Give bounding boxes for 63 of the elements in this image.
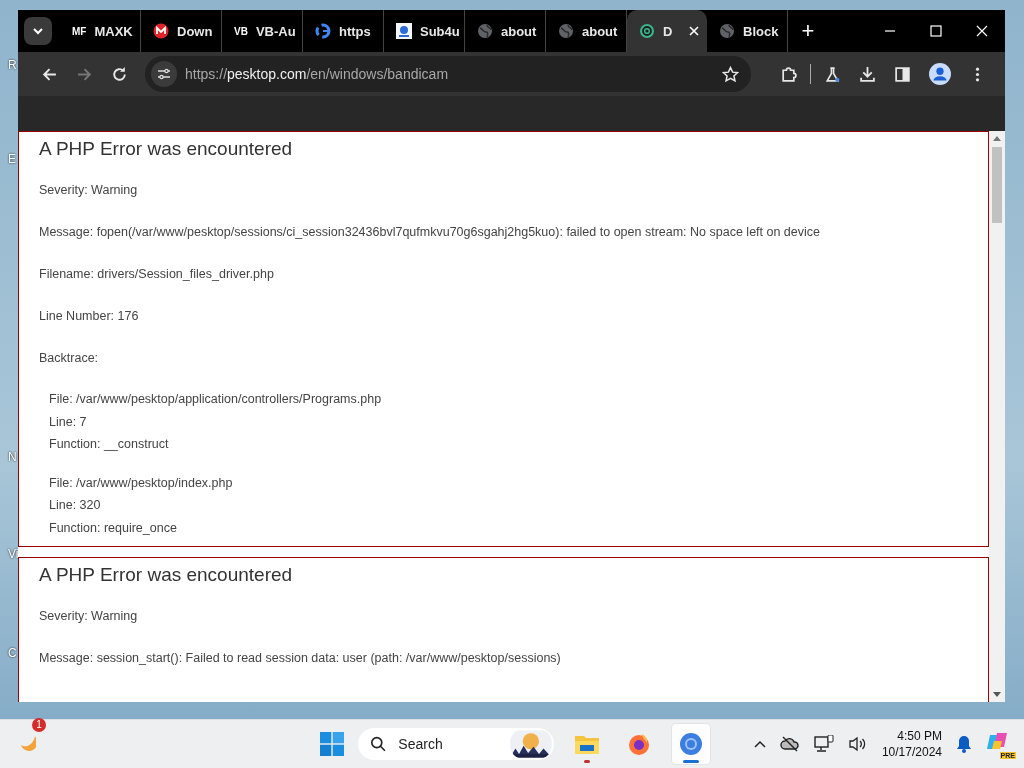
cloud-off-icon[interactable] xyxy=(779,736,800,752)
clock[interactable]: 4:50 PM 10/17/2024 xyxy=(881,728,942,760)
site-settings-icon[interactable] xyxy=(151,61,177,87)
globe-icon xyxy=(477,23,493,39)
error-detail: Message: session_start(): Failed to read session data: user (path: /var/www/pesktop/sessions) xyxy=(39,650,562,666)
chevron-down-icon xyxy=(32,27,44,35)
scroll-down-icon[interactable] xyxy=(993,692,1001,698)
new-tab-button[interactable]: + xyxy=(792,18,824,44)
backtrace-line: Line: 7 xyxy=(49,413,88,431)
reload-icon[interactable] xyxy=(111,65,128,83)
windows-start-icon[interactable] xyxy=(320,732,344,756)
globe-icon xyxy=(719,23,735,39)
close-tab-icon[interactable] xyxy=(689,26,699,36)
ring-logo-icon xyxy=(639,23,655,39)
bell-icon[interactable] xyxy=(956,735,972,753)
taskbar-app-button[interactable] xyxy=(672,724,710,764)
running-indicator xyxy=(683,760,699,763)
folder-icon xyxy=(575,734,599,754)
chrome-icon xyxy=(679,732,703,756)
error-heading: A PHP Error was encountered xyxy=(39,564,294,586)
site-logo-icon xyxy=(396,23,412,39)
error-detail: Message: fopen(/var/www/pesktop/sessions/ci_session32436bvl7qufmkvu70g6sgahj2hg5kuo): failed to open stream: No space left on device xyxy=(39,224,821,240)
network-icon[interactable] xyxy=(813,735,834,753)
url-text: https://pesktop.com/en/windows/bandicam xyxy=(185,66,449,82)
tab-logo-icon: MF xyxy=(72,25,87,37)
error-heading: A PHP Error was encountered xyxy=(39,138,294,160)
backtrace-line: Function: require_once xyxy=(49,519,178,537)
error-detail: Backtrace: xyxy=(39,350,100,366)
notification-badge: 1 xyxy=(32,718,46,732)
browser-tab[interactable]: D xyxy=(627,10,707,52)
speaker-icon[interactable] xyxy=(847,736,868,752)
error-detail: Severity: Warning xyxy=(39,182,139,198)
taskbar-search-field[interactable]: Search xyxy=(358,728,554,760)
scroll-up-icon[interactable] xyxy=(993,135,1001,141)
scrollbar-thumb[interactable] xyxy=(992,147,1002,223)
backtrace-line: File: /var/www/pesktop/index.php xyxy=(49,474,234,492)
search-input[interactable]: Search xyxy=(396,735,501,753)
backtrace-line: Line: 320 xyxy=(49,497,102,514)
maximize-icon[interactable] xyxy=(930,25,942,37)
clock-date: 10/17/2024 xyxy=(881,744,942,760)
puzzle-piece-icon[interactable] xyxy=(780,65,797,83)
clock-time: 4:50 PM xyxy=(897,728,942,744)
flask-icon[interactable] xyxy=(824,65,841,83)
globe-icon xyxy=(558,23,574,39)
running-indicator xyxy=(584,760,590,763)
side-panel-icon[interactable] xyxy=(894,65,911,83)
error-detail: Line Number: 176 xyxy=(39,308,140,324)
backtrace-line: File: /var/www/pesktop/application/controllers/Programs.php xyxy=(49,391,383,408)
m-logo-icon xyxy=(153,23,169,39)
tab-search-button[interactable] xyxy=(24,17,52,45)
tab-logo-icon: VB xyxy=(234,25,248,37)
bookmark-star-icon[interactable] xyxy=(722,65,739,83)
chevron-up-icon[interactable] xyxy=(753,740,766,748)
download-icon[interactable] xyxy=(859,65,876,83)
address-bar[interactable]: https://pesktop.com/en/windows/bandicam xyxy=(145,56,751,92)
profile-avatar-icon[interactable] xyxy=(929,63,951,85)
firefox-icon xyxy=(627,732,651,756)
search-icon xyxy=(370,735,387,753)
error-detail: Filename: drivers/Session_files_driver.php xyxy=(39,266,275,282)
scrollbar[interactable] xyxy=(989,131,1005,702)
error-detail: Severity: Warning xyxy=(39,608,139,624)
backtrace-line: Function: __construct xyxy=(49,436,170,453)
close-icon[interactable] xyxy=(976,25,988,37)
